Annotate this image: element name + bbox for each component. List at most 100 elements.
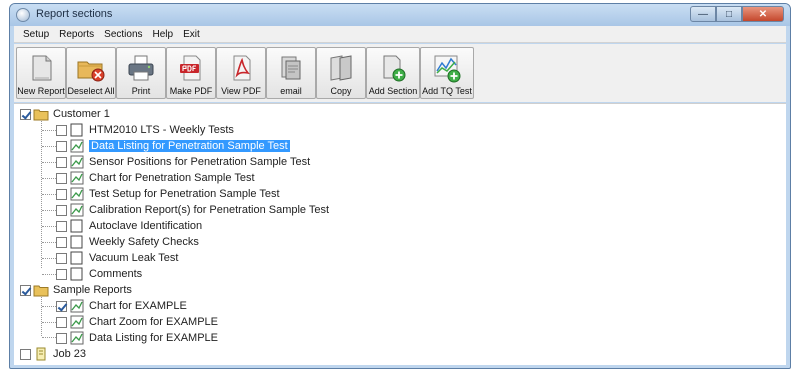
tree-connector (42, 258, 56, 259)
tree-connector (42, 130, 56, 131)
toolbar: New Report Deselect All Print Make PDF V… (14, 44, 786, 102)
item-checkbox[interactable] (56, 236, 67, 248)
tree-item-label: Data Listing for EXAMPLE (89, 332, 219, 344)
copy-icon (330, 55, 352, 81)
item-checkbox[interactable] (56, 332, 67, 344)
tree-connector (42, 226, 56, 227)
folder-icon (33, 109, 49, 121)
menu-exit[interactable]: Exit (178, 29, 205, 40)
document-icon (70, 251, 83, 265)
view-pdf-button[interactable]: View PDF (216, 47, 266, 99)
tree-connector (42, 274, 56, 275)
title-bar[interactable]: Report sections — □ ✕ (10, 4, 790, 26)
group-checkbox[interactable] (20, 284, 31, 296)
close-icon: ✕ (758, 8, 768, 20)
menu-setup[interactable]: Setup (18, 29, 54, 40)
add-section-label: Add Section (368, 86, 418, 96)
tree-item[interactable]: Test Setup for Penetration Sample Test (56, 186, 280, 202)
tree-connector (42, 242, 56, 243)
tree-connector (42, 178, 56, 179)
copy-label: Copy (330, 86, 352, 96)
tree-connector (42, 146, 56, 147)
chart-doc-icon (70, 315, 84, 329)
tree-item[interactable]: Chart for Penetration Sample Test (56, 170, 255, 186)
add-tq-test-icon (434, 55, 461, 83)
copy-button[interactable]: Copy (316, 47, 366, 99)
tree-item[interactable]: Data Listing for EXAMPLE (56, 330, 218, 346)
item-checkbox[interactable] (56, 188, 67, 200)
tree-connector (42, 162, 56, 163)
make-pdf-button[interactable]: Make PDF (166, 47, 216, 99)
chart-doc-icon (70, 299, 84, 313)
tree-group-sample-reports[interactable]: Sample Reports (20, 282, 132, 298)
tree-item[interactable]: Chart for EXAMPLE (56, 298, 187, 314)
tree-group-label: Customer 1 (53, 108, 110, 120)
document-icon (70, 123, 83, 137)
add-tq-test-label: Add TQ Test (422, 86, 472, 96)
email-label: email (280, 86, 302, 96)
new-report-icon (32, 55, 52, 81)
tree-item-label: Calibration Report(s) for Penetration Sa… (89, 204, 330, 216)
view-pdf-icon (233, 55, 251, 81)
tree-item[interactable]: HTM2010 LTS - Weekly Tests (56, 122, 234, 138)
tree-item-label: Sensor Positions for Penetration Sample … (89, 156, 311, 168)
note-icon (36, 347, 46, 361)
document-icon (70, 235, 83, 249)
minimize-button[interactable]: — (690, 6, 716, 22)
tree-group-job-23[interactable]: Job 23 (20, 346, 86, 362)
menu-help[interactable]: Help (148, 29, 179, 40)
new-report-button[interactable]: New Report (16, 47, 66, 99)
deselect-all-button[interactable]: Deselect All (66, 47, 116, 99)
close-button[interactable]: ✕ (742, 6, 784, 22)
tree-item[interactable]: Sensor Positions for Penetration Sample … (56, 154, 310, 170)
group-checkbox[interactable] (20, 108, 31, 120)
tree-item[interactable]: Autoclave Identification (56, 218, 202, 234)
email-icon (281, 56, 301, 80)
chart-doc-icon (70, 331, 84, 345)
add-section-icon (383, 55, 406, 82)
item-checkbox[interactable] (56, 172, 67, 184)
menu-sections[interactable]: Sections (99, 29, 147, 40)
group-checkbox[interactable] (20, 348, 31, 360)
maximize-button[interactable]: □ (716, 6, 742, 22)
folder-icon (33, 285, 49, 297)
add-section-button[interactable]: Add Section (366, 47, 420, 99)
tree-item[interactable]: Vacuum Leak Test (56, 250, 178, 266)
item-checkbox[interactable] (56, 140, 67, 152)
tree-item[interactable]: Chart Zoom for EXAMPLE (56, 314, 218, 330)
tree-item-label: Comments (89, 268, 143, 280)
print-button[interactable]: Print (116, 47, 166, 99)
tree-item[interactable]: Comments (56, 266, 142, 282)
minimize-icon: — (698, 8, 708, 20)
tree-group-label: Sample Reports (53, 284, 132, 296)
item-checkbox[interactable] (56, 316, 67, 328)
menu-bar: Setup Reports Sections Help Exit (14, 26, 786, 43)
chart-doc-icon (70, 187, 84, 201)
item-checkbox[interactable] (56, 268, 67, 280)
tree-item-label: HTM2010 LTS - Weekly Tests (89, 124, 234, 136)
deselect-all-label: Deselect All (67, 86, 115, 96)
email-button[interactable]: email (266, 47, 316, 99)
item-checkbox[interactable] (56, 300, 67, 312)
item-checkbox[interactable] (56, 204, 67, 216)
tree-item[interactable]: Data Listing for Penetration Sample Test (56, 138, 290, 154)
item-checkbox[interactable] (56, 124, 67, 136)
tree-item[interactable]: Weekly Safety Checks (56, 234, 199, 250)
chart-doc-icon (70, 139, 84, 153)
tree-item[interactable]: Calibration Report(s) for Penetration Sa… (56, 202, 329, 218)
tree-connector (42, 337, 56, 338)
menu-reports[interactable]: Reports (54, 29, 99, 40)
item-checkbox[interactable] (56, 252, 67, 264)
item-checkbox[interactable] (56, 156, 67, 168)
add-tq-test-button[interactable]: Add TQ Test (420, 47, 474, 99)
tree-item-label: Weekly Safety Checks (89, 236, 199, 248)
report-sections-window: Report sections — □ ✕ Setup Reports Sect… (9, 3, 791, 369)
item-checkbox[interactable] (56, 220, 67, 232)
make-pdf-icon (180, 55, 201, 81)
tree-group-customer-1[interactable]: Customer 1 (20, 106, 110, 122)
tree-group-label: Job 23 (53, 348, 87, 360)
view-pdf-label: View PDF (221, 86, 261, 96)
make-pdf-label: Make PDF (169, 86, 213, 96)
tree-connector (42, 210, 56, 211)
tree-connector (42, 194, 56, 195)
